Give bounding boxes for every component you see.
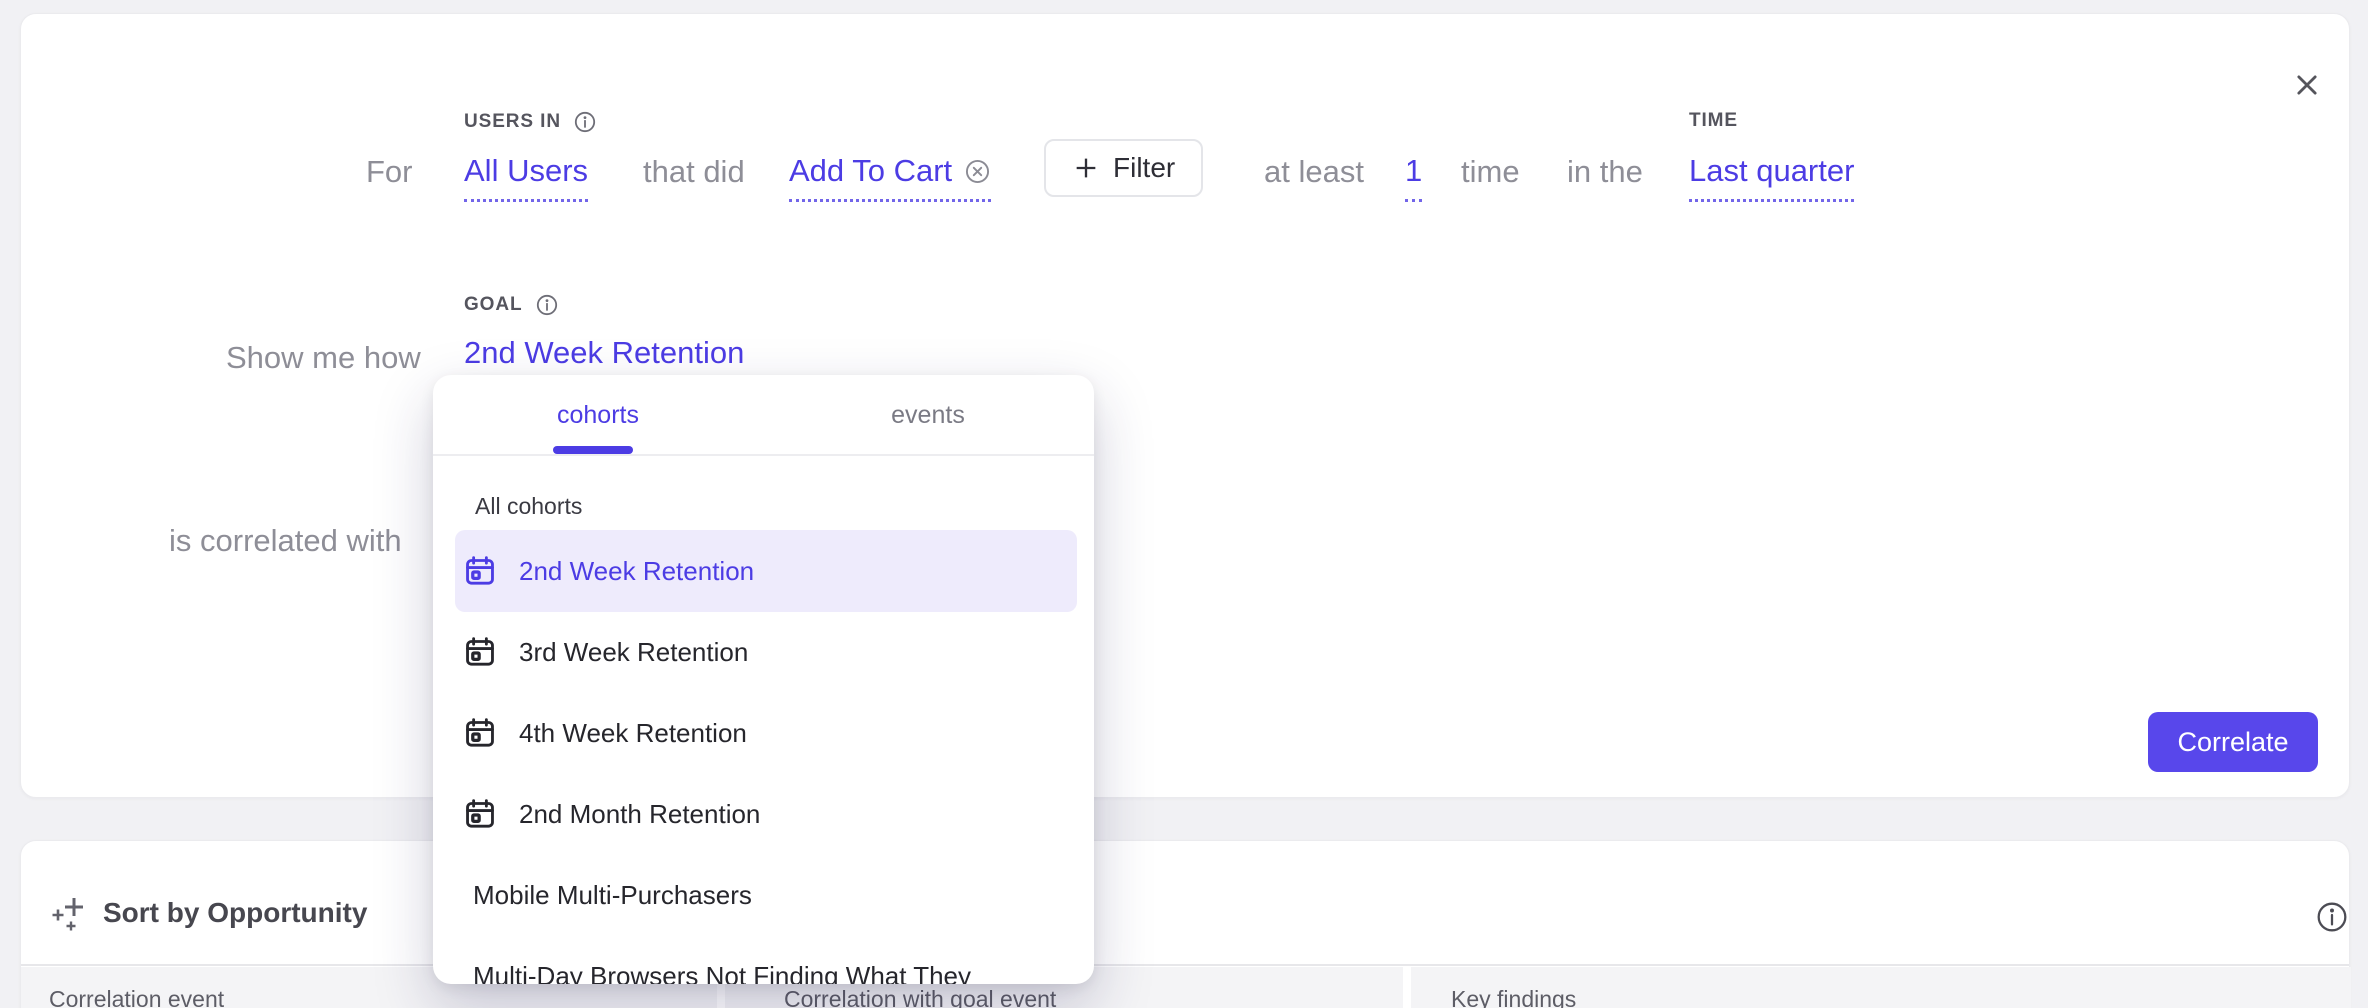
results-info-button[interactable] bbox=[2311, 896, 2353, 938]
dropdown-item-label: 2nd Week Retention bbox=[519, 556, 754, 587]
remove-event-icon[interactable] bbox=[964, 158, 991, 185]
dropdown-item-2nd-month-retention[interactable]: 2nd Month Retention bbox=[455, 773, 1077, 855]
filter-button-label: Filter bbox=[1113, 152, 1175, 184]
goal-picker-dropdown: cohorts events All cohorts 2nd Week Rete… bbox=[433, 375, 1094, 984]
dropdown-item-label: 4th Week Retention bbox=[519, 718, 747, 749]
info-icon[interactable] bbox=[573, 110, 597, 134]
cohort-section-label: All cohorts bbox=[475, 493, 582, 520]
plus-icon bbox=[1072, 154, 1100, 182]
dropdown-item-label: Mobile Multi-Purchasers bbox=[473, 880, 752, 911]
calendar-icon bbox=[463, 716, 497, 750]
calendar-icon bbox=[463, 635, 497, 669]
dropdown-item-label: Multi-Day Browsers Not Finding What They bbox=[473, 961, 971, 985]
active-tab-indicator bbox=[553, 446, 633, 454]
dropdown-item-label: 2nd Month Retention bbox=[519, 799, 760, 830]
dropdown-tabs-divider bbox=[433, 454, 1094, 456]
event-selector[interactable]: Add To Cart bbox=[789, 153, 991, 202]
info-icon[interactable] bbox=[535, 293, 559, 317]
users-in-field-label: USERS IN bbox=[464, 110, 597, 134]
event-selector-label: Add To Cart bbox=[789, 153, 952, 189]
dropdown-item-label: 3rd Week Retention bbox=[519, 637, 748, 668]
results-divider bbox=[21, 964, 2349, 966]
calendar-icon bbox=[463, 554, 497, 588]
count-selector[interactable]: 1 bbox=[1405, 153, 1422, 202]
goal-label-text: GOAL bbox=[464, 294, 523, 316]
sort-button-label: Sort by Opportunity bbox=[103, 897, 367, 929]
time-range-selector[interactable]: Last quarter bbox=[1689, 153, 1854, 202]
goal-field-label: GOAL bbox=[464, 293, 559, 317]
correlation-results-card: Sort by Opportunity Correlation event Co… bbox=[20, 840, 2350, 1008]
close-button[interactable] bbox=[2285, 63, 2329, 107]
cohort-selector[interactable]: All Users bbox=[464, 153, 588, 202]
show-me-how-text: Show me how bbox=[226, 339, 421, 377]
correlate-button[interactable]: Correlate bbox=[2148, 712, 2318, 772]
calendar-icon bbox=[463, 797, 497, 831]
info-icon bbox=[2315, 900, 2349, 934]
dropdown-item-2nd-week-retention[interactable]: 2nd Week Retention bbox=[455, 530, 1077, 612]
in-the-text: in the bbox=[1567, 153, 1643, 191]
tab-cohorts[interactable]: cohorts bbox=[433, 375, 763, 455]
sort-by-opportunity-button[interactable]: Sort by Opportunity bbox=[49, 891, 367, 935]
time-label-text: TIME bbox=[1689, 110, 1738, 132]
tab-events-label: events bbox=[891, 401, 965, 430]
dropdown-item-multi-day-browsers[interactable]: Multi-Day Browsers Not Finding What They bbox=[455, 935, 1077, 984]
for-text: For bbox=[366, 153, 413, 191]
tab-events[interactable]: events bbox=[763, 375, 1093, 455]
column-header-key-findings: Key findings bbox=[1411, 967, 2351, 1008]
tab-cohorts-label: cohorts bbox=[557, 401, 639, 430]
is-correlated-with-text: is correlated with bbox=[169, 522, 402, 560]
close-icon bbox=[2293, 71, 2321, 99]
that-did-text: that did bbox=[643, 153, 745, 191]
dropdown-item-3rd-week-retention[interactable]: 3rd Week Retention bbox=[455, 611, 1077, 693]
dropdown-item-4th-week-retention[interactable]: 4th Week Retention bbox=[455, 692, 1077, 774]
time-word-text: time bbox=[1461, 153, 1520, 191]
add-filter-button[interactable]: Filter bbox=[1044, 139, 1203, 197]
correlation-query-card: USERS IN For All Users that did Add To C… bbox=[20, 13, 2350, 798]
dropdown-item-mobile-multi-purchasers[interactable]: Mobile Multi-Purchasers bbox=[455, 854, 1077, 936]
users-in-label-text: USERS IN bbox=[464, 111, 561, 133]
at-least-text: at least bbox=[1264, 153, 1364, 191]
sparkle-plus-icon bbox=[49, 891, 89, 935]
time-field-label: TIME bbox=[1689, 110, 1738, 132]
